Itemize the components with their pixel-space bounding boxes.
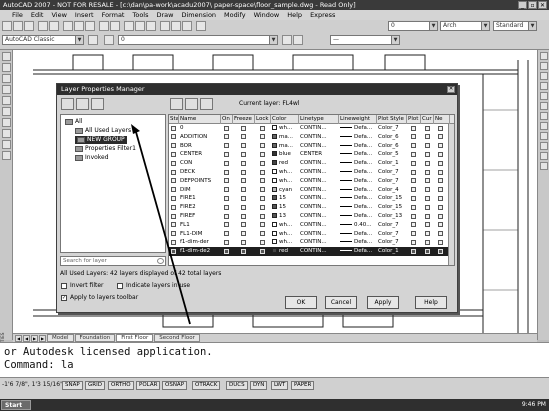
lwt-toggle[interactable]: LWT xyxy=(271,381,289,390)
otrack-toggle[interactable]: OTRACK xyxy=(192,381,221,390)
start-button[interactable]: Start xyxy=(1,400,31,410)
prev-tab-button[interactable]: ◀ xyxy=(23,334,30,342)
clock: 9:46 PM xyxy=(521,401,546,408)
tab-second-floor[interactable]: Second Floor xyxy=(154,334,200,342)
command-history-line: or Autodesk licensed application. xyxy=(4,346,213,358)
grid-toggle[interactable]: GRID xyxy=(85,381,105,390)
tab-first-floor[interactable]: First Floor xyxy=(116,334,154,342)
polar-toggle[interactable]: POLAR xyxy=(136,381,161,390)
first-tab-button[interactable]: ◀ xyxy=(15,334,22,342)
next-tab-button[interactable]: ▶ xyxy=(31,334,38,342)
snap-toggle[interactable]: SNAP xyxy=(62,381,83,390)
command-line[interactable]: or Autodesk licensed application. Comman… xyxy=(0,342,549,377)
command-prompt: Command: la xyxy=(4,359,74,371)
osnap-toggle[interactable]: OSNAP xyxy=(162,381,188,390)
status-bar: -1'6 7/8", 1'3 15/16", 0'-0" SNAP GRID O… xyxy=(0,377,549,399)
tab-model[interactable]: Model xyxy=(47,334,74,342)
dyn-toggle[interactable]: DYN xyxy=(250,381,268,390)
ducs-toggle[interactable]: DUCS xyxy=(226,381,248,390)
tab-foundation[interactable]: Foundation xyxy=(74,334,116,342)
ortho-toggle[interactable]: ORTHO xyxy=(108,381,134,390)
paper-toggle[interactable]: PAPER xyxy=(291,381,315,390)
layout-tabs-bar: ◀ ◀ ▶ ▶ Model Foundation First Floor Sec… xyxy=(13,333,537,342)
windows-taskbar: Start 9:46 PM xyxy=(0,399,549,411)
last-tab-button[interactable]: ▶ xyxy=(39,334,46,342)
